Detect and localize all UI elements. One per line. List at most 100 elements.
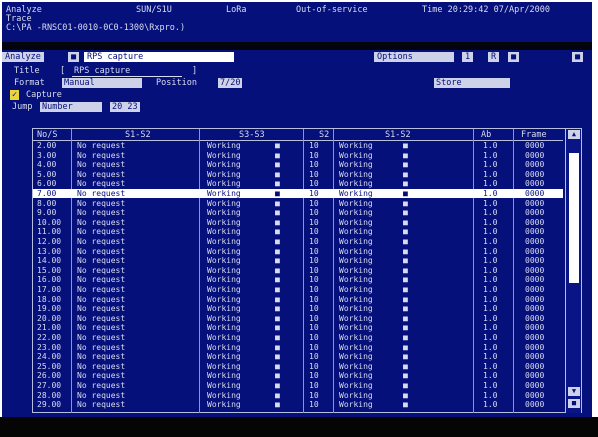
table-row[interactable]: 15.00 No request Working 10 Working 1.0 0000 ■ ■	[33, 266, 563, 275]
table-row[interactable]: 9.00 No request Working 10 Working 1.0 0000 ■ ■	[33, 208, 563, 217]
table-row[interactable]: 29.00 No request Working 10 Working 1.0 0000 ■ ■	[33, 400, 563, 409]
cell-s2: 10	[309, 169, 319, 179]
cell-s2: 10	[309, 246, 319, 256]
cell-status-a: Working	[207, 217, 241, 227]
table-body: 2.00 No request Working 10 Working 1.0 0000 ■ ■ 3…	[33, 141, 563, 413]
cell-status-a: Working	[207, 333, 241, 342]
cell-message: No request	[77, 304, 126, 314]
table-row[interactable]: 5.00 No request Working 10 Working 1.0 0000 ■ ■	[33, 170, 563, 179]
cell-status-a: Working	[207, 352, 241, 362]
cell-status-a: Working	[207, 256, 241, 266]
table-row[interactable]: 6.00 No request Working 10 Working 1.0 0000 ■ ■	[33, 179, 563, 188]
cell-s2: 10	[309, 160, 319, 170]
table-row[interactable]: 23.00 No request Working 10 Working 1.0 0000 ■ ■	[33, 343, 563, 352]
table-row[interactable]: 2.00 No request Working 10 Working 1.0 0000 ■ ■	[33, 141, 563, 150]
table-row[interactable]: 19.00 No request Working 10 Working 1.0 0000 ■ ■	[33, 304, 563, 313]
options-menu[interactable]: Options	[374, 52, 454, 62]
store-button[interactable]: Store	[434, 78, 510, 88]
cell-frame: 0000	[525, 313, 545, 323]
col-header-ab: Ab	[481, 130, 492, 140]
arrow-down-icon[interactable]: ▼	[568, 387, 580, 396]
table-row[interactable]: 11.00 No request Working 10 Working 1.0 0000 ■ ■	[33, 227, 563, 236]
cell-status-b: Working	[339, 198, 373, 208]
cell-no: 23.00	[37, 342, 62, 352]
cell-status-b: Working	[339, 237, 373, 246]
cell-no: 2.00	[37, 141, 57, 150]
cell-ab: 1.0	[483, 160, 498, 170]
table-row[interactable]: 21.00 No request Working 10 Working 1.0 0000 ■ ■	[33, 323, 563, 332]
cell-message: No request	[77, 265, 126, 275]
cell-message: No request	[77, 275, 126, 285]
table-row[interactable]: 4.00 No request Working 10 Working 1.0 0000 ■ ■	[33, 160, 563, 169]
cell-status-b: Working	[339, 304, 373, 314]
cell-frame: 0000	[525, 381, 545, 390]
cell-status-b: Working	[339, 227, 373, 237]
checkbox-icon[interactable]: ✓	[10, 90, 20, 100]
end-box[interactable]: ■	[572, 52, 584, 62]
cell-frame: 0000	[525, 179, 545, 189]
table-row[interactable]: 26.00 No request Working 10 Working 1.0 0000 ■ ■	[33, 371, 563, 380]
table-row[interactable]: 20.00 No request Working 10 Working 1.0 0000 ■ ■	[33, 314, 563, 323]
cell-ab: 1.0	[483, 304, 498, 314]
format-select[interactable]: Manual	[62, 78, 142, 88]
table-row[interactable]: 12.00 No request Working 10 Working 1.0 0000 ■ ■	[33, 237, 563, 246]
table-row[interactable]: 24.00 No request Working 10 Working 1.0 0000 ■ ■	[33, 352, 563, 361]
cell-no: 20.00	[37, 313, 62, 323]
table-row[interactable]: 18.00 No request Working 10 Working 1.0 0000 ■ ■	[33, 295, 563, 304]
cell-ab: 1.0	[483, 179, 498, 189]
cell-ab: 1.0	[483, 246, 498, 256]
cell-no: 15.00	[37, 265, 62, 275]
table-row[interactable]: 17.00 No request Working 10 Working 1.0 0000 ■ ■	[33, 285, 563, 294]
cell-frame: 0000	[525, 256, 545, 266]
title-row: Title [ RPS capture ]	[12, 66, 572, 77]
cell-s2: 10	[309, 189, 319, 198]
cell-frame: 0000	[525, 400, 545, 410]
cell-frame: 0000	[525, 265, 545, 275]
title-field[interactable]: RPS capture	[72, 66, 182, 77]
position-field[interactable]: 7/20	[218, 78, 243, 88]
page-box[interactable]: ■	[508, 52, 520, 62]
table-row[interactable]: 3.00 No request Working 10 Working 1.0 0000 ■ ■	[33, 151, 563, 160]
cell-message: No request	[77, 352, 126, 362]
table-row[interactable]: 8.00 No request Working 10 Working 1.0 0000 ■ ■	[33, 199, 563, 208]
cell-ab: 1.0	[483, 217, 498, 227]
jump-number-field[interactable]: 20 23	[110, 102, 140, 112]
cell-s2: 10	[309, 227, 319, 237]
cell-message: No request	[77, 294, 126, 304]
scrollbar[interactable]: ▲ ▼ ■	[565, 129, 581, 413]
cell-s2: 10	[309, 361, 319, 371]
cell-s2: 10	[309, 237, 319, 246]
table-row[interactable]: 14.00 No request Working 10 Working 1.0 0000 ■ ■	[33, 256, 563, 265]
cell-frame: 0000	[525, 169, 545, 179]
scroll-thumb[interactable]	[569, 153, 579, 283]
analyzer-screen: Analyze SUN/S1U LoRa Out-of-service Time…	[2, 2, 592, 417]
table-row[interactable]: 7.00 No request Working 10 Working 1.0 0000 ■ ■	[33, 189, 563, 198]
cell-frame: 0000	[525, 198, 545, 208]
table-row[interactable]: 28.00 No request Working 10 Working 1.0 0000 ■ ■	[33, 391, 563, 400]
cell-message: No request	[77, 169, 126, 179]
r-label: R	[488, 52, 500, 62]
arrow-up-icon[interactable]: ▲	[568, 130, 580, 139]
table-row[interactable]: 22.00 No request Working 10 Working 1.0 0000 ■ ■	[33, 333, 563, 342]
table-row[interactable]: 25.00 No request Working 10 Working 1.0 0000 ■ ■	[33, 362, 563, 371]
cell-status-a: Working	[207, 313, 241, 323]
cell-no: 7.00	[37, 189, 57, 198]
format-row: Format Manual Position 7/20 Store	[12, 78, 572, 88]
jump-select[interactable]: Number	[40, 102, 102, 112]
cell-frame: 0000	[525, 352, 545, 362]
analyze-selector[interactable]: RPS capture	[84, 52, 234, 62]
status-marker-icon: ■	[275, 208, 280, 218]
cell-status-b: Working	[339, 265, 373, 275]
scroll-end-box[interactable]: ■	[568, 399, 580, 408]
status-marker-icon: ■	[403, 361, 408, 371]
cell-ab: 1.0	[483, 381, 498, 390]
cell-no: 19.00	[37, 304, 62, 314]
table-row[interactable]: 16.00 No request Working 10 Working 1.0 0000 ■ ■	[33, 275, 563, 284]
table-row[interactable]: 10.00 No request Working 10 Working 1.0 0000 ■ ■	[33, 218, 563, 227]
status-marker-icon: ■	[403, 198, 408, 208]
status-marker-icon: ■	[403, 333, 408, 342]
table-row[interactable]: 27.00 No request Working 10 Working 1.0 0000 ■ ■	[33, 381, 563, 390]
cell-no: 21.00	[37, 323, 62, 333]
table-row[interactable]: 13.00 No request Working 10 Working 1.0 0000 ■ ■	[33, 247, 563, 256]
cell-status-b: Working	[339, 189, 373, 198]
